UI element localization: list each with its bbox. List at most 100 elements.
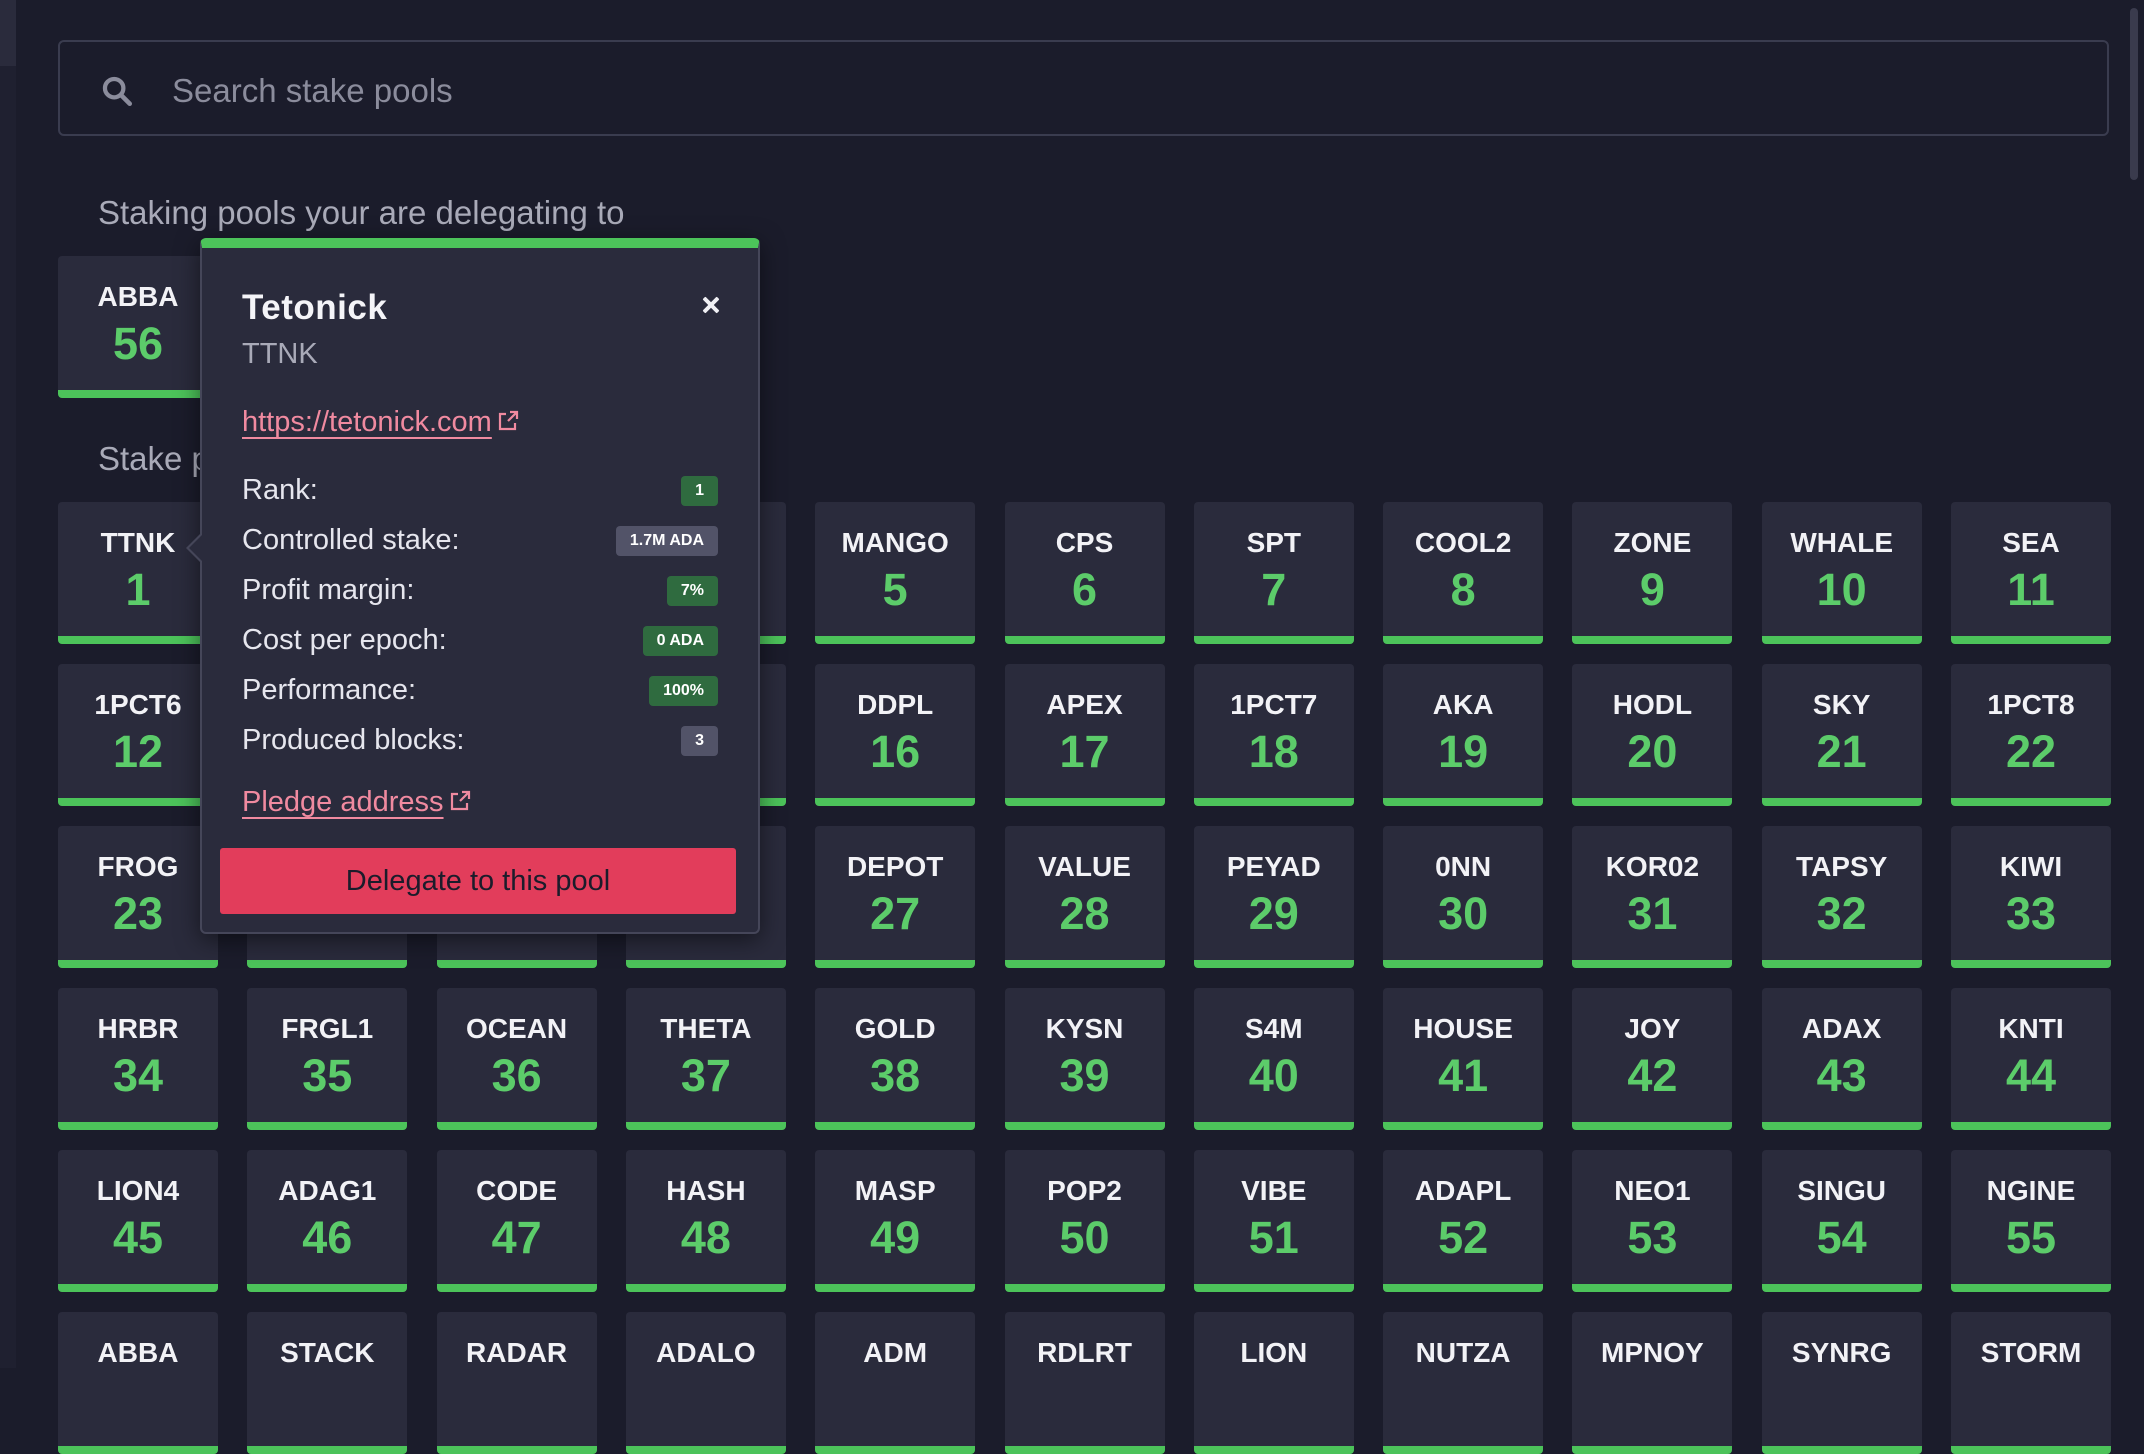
pool-tile-ticker: STORM — [1980, 1337, 2082, 1368]
pool-tile-ticker: NUTZA — [1415, 1337, 1511, 1368]
pool-tile-rank: 17 — [1059, 726, 1110, 777]
pool-tile[interactable]: ADALO — [625, 1312, 786, 1454]
pool-tile-ticker: VIBE — [1241, 1175, 1307, 1206]
pool-stat-badge: 0 ADA — [642, 626, 718, 656]
pool-tile[interactable]: KOR02 31 — [1572, 826, 1733, 968]
pool-tile[interactable]: DDPL 16 — [815, 664, 976, 806]
pool-tile[interactable]: 0NN 30 — [1383, 826, 1544, 968]
pool-tile[interactable]: FROG 23 — [58, 826, 218, 968]
pool-tile[interactable]: NUTZA — [1383, 1312, 1544, 1454]
pool-tile[interactable]: COOL2 8 — [1383, 502, 1544, 644]
pool-tile-ticker: CODE — [476, 1175, 558, 1206]
pool-tile[interactable]: POP2 50 — [1004, 1150, 1165, 1292]
pool-tile[interactable]: KYSN 39 — [1004, 988, 1165, 1130]
pool-tile[interactable]: SEA 11 — [1951, 502, 2111, 644]
pool-tile[interactable]: STORM — [1951, 1312, 2111, 1454]
pool-stat-label: Produced blocks: — [242, 724, 465, 756]
search-box[interactable] — [58, 40, 2109, 136]
pool-tile-rank: 41 — [1438, 1050, 1489, 1101]
pool-tile-rank: 55 — [2005, 1212, 2057, 1263]
pool-tile-rank: 30 — [1438, 888, 1489, 939]
pool-tile-ticker: VALUE — [1038, 851, 1131, 882]
pool-tile[interactable]: CODE 47 — [436, 1150, 597, 1292]
pool-tile[interactable]: MANGO 5 — [815, 502, 976, 644]
pool-tile-rank: 47 — [491, 1212, 542, 1263]
pool-tile-rank: 18 — [1248, 726, 1299, 777]
pool-tile[interactable]: HOUSE 41 — [1383, 988, 1544, 1130]
pledge-address-link[interactable]: Pledge address — [242, 786, 472, 819]
pool-tile[interactable]: LION — [1193, 1312, 1354, 1454]
pool-tile[interactable]: HRBR 34 — [58, 988, 218, 1130]
pool-tile[interactable]: THETA 37 — [625, 988, 786, 1130]
pool-tile[interactable]: DEPOT 27 — [815, 826, 976, 968]
pool-tile[interactable]: VIBE 51 — [1193, 1150, 1354, 1292]
pool-tile-rank: 10 — [1816, 564, 1867, 615]
pool-tile[interactable]: OCEAN 36 — [436, 988, 597, 1130]
pool-tile[interactable]: GOLD 38 — [815, 988, 976, 1130]
pool-tile-ticker: MASP — [854, 1175, 936, 1206]
scrollbar-thumb[interactable] — [2130, 8, 2138, 180]
pool-tile[interactable]: HODL 20 — [1572, 664, 1733, 806]
pool-tile-ticker: HRBR — [97, 1013, 179, 1044]
delegating-section-title: Staking pools your are delegating to — [98, 194, 625, 231]
pool-tile[interactable]: SKY 21 — [1761, 664, 1922, 806]
pool-tile-ticker: GOLD — [854, 1013, 936, 1044]
pool-tile[interactable]: MPNOY — [1572, 1312, 1733, 1454]
pool-tile[interactable]: SINGU 54 — [1761, 1150, 1922, 1292]
delegate-button[interactable]: Delegate to this pool — [220, 848, 736, 914]
pool-tile[interactable]: ADAPL 52 — [1383, 1150, 1544, 1292]
pool-tile[interactable]: MASP 49 — [815, 1150, 976, 1292]
pool-tile-rank: 28 — [1059, 888, 1110, 939]
close-icon[interactable] — [696, 290, 726, 320]
popover-arrow — [186, 532, 203, 564]
pool-tile-ticker: ABBA — [97, 281, 179, 312]
pool-tile-rank: 1 — [125, 564, 151, 615]
pool-tile-ticker: SKY — [1812, 689, 1871, 720]
pool-tile[interactable]: HASH 48 — [625, 1150, 786, 1292]
pool-tile-ticker: THETA — [660, 1013, 752, 1044]
pool-tile-ticker: FRGL1 — [281, 1013, 374, 1044]
pool-stat-badge: 100% — [649, 676, 718, 706]
pool-tile[interactable]: 1PCT6 12 — [58, 664, 218, 806]
pool-tile[interactable]: RDLRT — [1004, 1312, 1165, 1454]
pool-tile-ticker: SEA — [2002, 527, 2060, 558]
pool-tile[interactable]: ABBA 56 — [58, 256, 218, 398]
pool-tile[interactable]: NEO1 53 — [1572, 1150, 1733, 1292]
pool-homepage-link[interactable]: https://tetonick.com — [242, 406, 520, 439]
pool-tile[interactable]: 1PCT7 18 — [1193, 664, 1354, 806]
pool-tile[interactable]: CPS 6 — [1004, 502, 1165, 644]
pool-tile-ticker: KNTI — [1998, 1013, 2064, 1044]
pool-tile[interactable]: ADM — [815, 1312, 976, 1454]
pool-tile[interactable]: S4M 40 — [1193, 988, 1354, 1130]
pool-tile[interactable]: SYNRG — [1761, 1312, 1922, 1454]
pool-tile[interactable]: APEX 17 — [1004, 664, 1165, 806]
pool-tile-ticker: SYNRG — [1791, 1337, 1892, 1368]
pool-tile[interactable]: TAPSY 32 — [1761, 826, 1922, 968]
pool-tile[interactable]: KIWI 33 — [1951, 826, 2111, 968]
scrollbar[interactable] — [2122, 0, 2144, 1368]
pool-tile[interactable]: AKA 19 — [1383, 664, 1544, 806]
pool-tile[interactable]: LION4 45 — [58, 1150, 218, 1292]
pool-tile[interactable]: JOY 42 — [1572, 988, 1733, 1130]
pool-tile-rank: 54 — [1816, 1212, 1867, 1263]
pool-tile[interactable]: 1PCT8 22 — [1951, 664, 2111, 806]
pool-tile[interactable]: NGINE 55 — [1951, 1150, 2111, 1292]
pool-tile[interactable]: WHALE 10 — [1761, 502, 1922, 644]
pool-tile[interactable]: VALUE 28 — [1004, 826, 1165, 968]
pool-tile[interactable]: RADAR — [436, 1312, 597, 1454]
pool-tile[interactable]: TTNK 1 — [58, 502, 218, 644]
pool-tile[interactable]: PEYAD 29 — [1193, 826, 1354, 968]
pool-tile[interactable]: ADAG1 46 — [247, 1150, 408, 1292]
pool-tile[interactable]: SPT 7 — [1193, 502, 1354, 644]
pool-tile[interactable]: ABBA — [58, 1312, 218, 1454]
pool-tile[interactable]: STACK — [247, 1312, 408, 1454]
search-input[interactable] — [170, 62, 2074, 120]
pool-tile-ticker: HASH — [666, 1175, 746, 1206]
pool-tile-ticker: 1PCT8 — [1987, 689, 2075, 720]
pool-tile[interactable]: ZONE 9 — [1572, 502, 1733, 644]
pool-stat-row: Produced blocks: 3 — [242, 722, 718, 762]
pool-tile[interactable]: FRGL1 35 — [247, 988, 408, 1130]
pool-name: Tetonick — [242, 288, 388, 327]
pool-tile[interactable]: KNTI 44 — [1951, 988, 2111, 1130]
pool-tile[interactable]: ADAX 43 — [1761, 988, 1922, 1130]
